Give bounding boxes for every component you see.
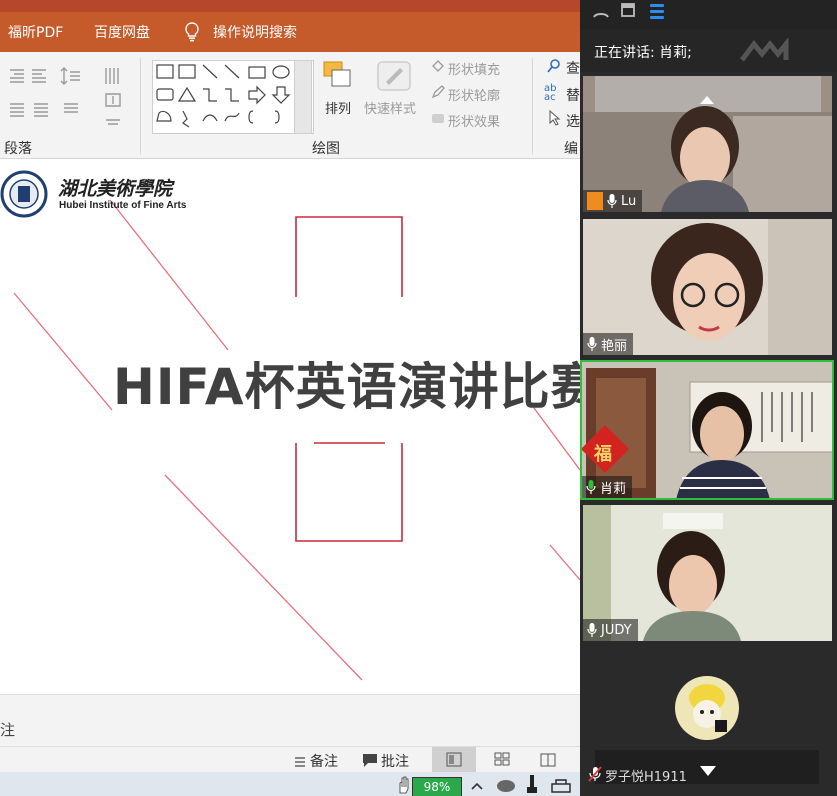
- school-seal-logo: [0, 170, 48, 222]
- microphone-icon: [587, 337, 597, 351]
- status-bar: 备注 批注: [0, 746, 580, 773]
- list-view-icon[interactable]: [648, 2, 666, 24]
- shapes-gallery[interactable]: [152, 60, 314, 134]
- microphone-icon: [607, 194, 617, 208]
- name-tag-lu: Lu: [583, 190, 643, 212]
- meeting-toolbar: [580, 0, 837, 30]
- fu-charm-icon: 福: [594, 444, 612, 465]
- chevron-down-icon[interactable]: [699, 762, 717, 781]
- reading-view-button[interactable]: [526, 747, 570, 773]
- participant-name: JUDY: [601, 622, 632, 638]
- comment-icon: [362, 752, 378, 772]
- group-label-paragraph: 段落: [4, 141, 32, 157]
- tray-app-icon[interactable]: [496, 777, 516, 796]
- pencil-icon: [430, 84, 446, 104]
- replace-icon: ab ac: [544, 83, 557, 103]
- arrange-icon[interactable]: [320, 58, 356, 98]
- slide-canvas[interactable]: 湖北美術學院 Hubei Institute of Fine Arts HIFA…: [0, 160, 580, 694]
- window-icon[interactable]: [620, 2, 636, 22]
- microphone-muted-icon: [587, 766, 603, 786]
- group-label-edit: 编: [564, 141, 578, 157]
- video-tile-yanli[interactable]: 艳丽: [583, 219, 832, 355]
- effects-icon: [430, 110, 446, 130]
- chevron-up-icon[interactable]: [470, 778, 484, 796]
- network-icon[interactable]: [550, 776, 572, 796]
- replace-button[interactable]: 替: [566, 85, 580, 105]
- comments-button[interactable]: 批注: [381, 751, 409, 771]
- meeting-logo-icon: [740, 36, 792, 68]
- name-tag-xiaoli: 肖莉: [582, 476, 633, 498]
- normal-view-button[interactable]: [432, 747, 476, 773]
- select-button[interactable]: 选: [566, 111, 580, 131]
- shape-effects-button[interactable]: 形状效果: [448, 111, 500, 130]
- slide-title[interactable]: HIFA杯英语演讲比赛: [113, 347, 580, 419]
- find-icon: [546, 58, 562, 78]
- quick-styles-icon[interactable]: [374, 58, 414, 98]
- tab-baidu-netdisk[interactable]: 百度网盘: [94, 22, 150, 42]
- slide-decorations: [13, 199, 580, 681]
- ribbon-tabs: 福昕PDF 百度网盘 操作说明搜索: [0, 12, 580, 52]
- hand-icon[interactable]: [396, 776, 412, 796]
- usb-icon[interactable]: [526, 775, 538, 796]
- group-label-drawing: 绘图: [312, 141, 340, 157]
- host-icon: [587, 192, 603, 210]
- lightbulb-icon[interactable]: [184, 22, 200, 46]
- battery-indicator: 98%: [412, 777, 462, 796]
- logo-english-name: Hubei Institute of Fine Arts: [59, 200, 187, 211]
- powerpoint-window: 福昕PDF 百度网盘 操作说明搜索 排列 快速样式 形状填充 形状轮廓 形状效果…: [0, 0, 580, 796]
- name-tag-yanli: 艳丽: [583, 333, 634, 355]
- shape-fill-button[interactable]: 形状填充: [448, 59, 500, 78]
- avatar: [675, 676, 739, 740]
- tab-foxit-pdf[interactable]: 福昕PDF: [8, 22, 63, 42]
- minimize-icon[interactable]: [592, 6, 610, 25]
- slide-sorter-button[interactable]: [480, 747, 524, 773]
- video-tile-xiaoli-active[interactable]: 福 肖莉: [580, 360, 834, 500]
- quick-styles-button[interactable]: 快速样式: [364, 98, 416, 117]
- ribbon: 排列 快速样式 形状填充 形状轮廓 形状效果 查 ab ac 替 选 段落 绘图…: [0, 52, 580, 159]
- participant-name: 艳丽: [601, 338, 628, 354]
- logo-chinese-name: 湖北美術學院: [58, 178, 173, 200]
- gallery-scroll[interactable]: [294, 60, 312, 134]
- title-bar: [0, 0, 580, 12]
- microphone-icon: [587, 623, 597, 637]
- paragraph-tools: [6, 64, 136, 138]
- speaking-label: 正在讲话: 肖莉;: [594, 45, 692, 61]
- participant-name: 罗子悦H1911: [605, 770, 687, 785]
- name-tag-judy: JUDY: [583, 619, 638, 641]
- find-button[interactable]: 查: [566, 58, 580, 78]
- video-tile-luoziyue[interactable]: 罗子悦H1911: [583, 648, 832, 788]
- notes-placeholder: 注: [0, 721, 16, 739]
- paint-bucket-icon: [430, 58, 446, 78]
- system-taskbar: 98%: [0, 772, 580, 796]
- arrange-button[interactable]: 排列: [325, 98, 351, 117]
- notes-icon: [293, 753, 307, 772]
- speaking-indicator-bar: 正在讲话: 肖莉;: [580, 30, 837, 72]
- video-tile-lu[interactable]: Lu: [583, 76, 832, 212]
- video-tile-judy[interactable]: JUDY: [583, 505, 832, 641]
- shape-outline-button[interactable]: 形状轮廓: [448, 85, 500, 104]
- cursor-icon: [548, 109, 562, 130]
- notes-pane[interactable]: 注: [0, 694, 580, 747]
- participant-name: Lu: [621, 193, 637, 209]
- notes-button[interactable]: 备注: [310, 751, 338, 771]
- microphone-active-icon: [586, 480, 596, 494]
- tell-me-search[interactable]: 操作说明搜索: [213, 22, 297, 42]
- participant-name: 肖莉: [600, 481, 627, 497]
